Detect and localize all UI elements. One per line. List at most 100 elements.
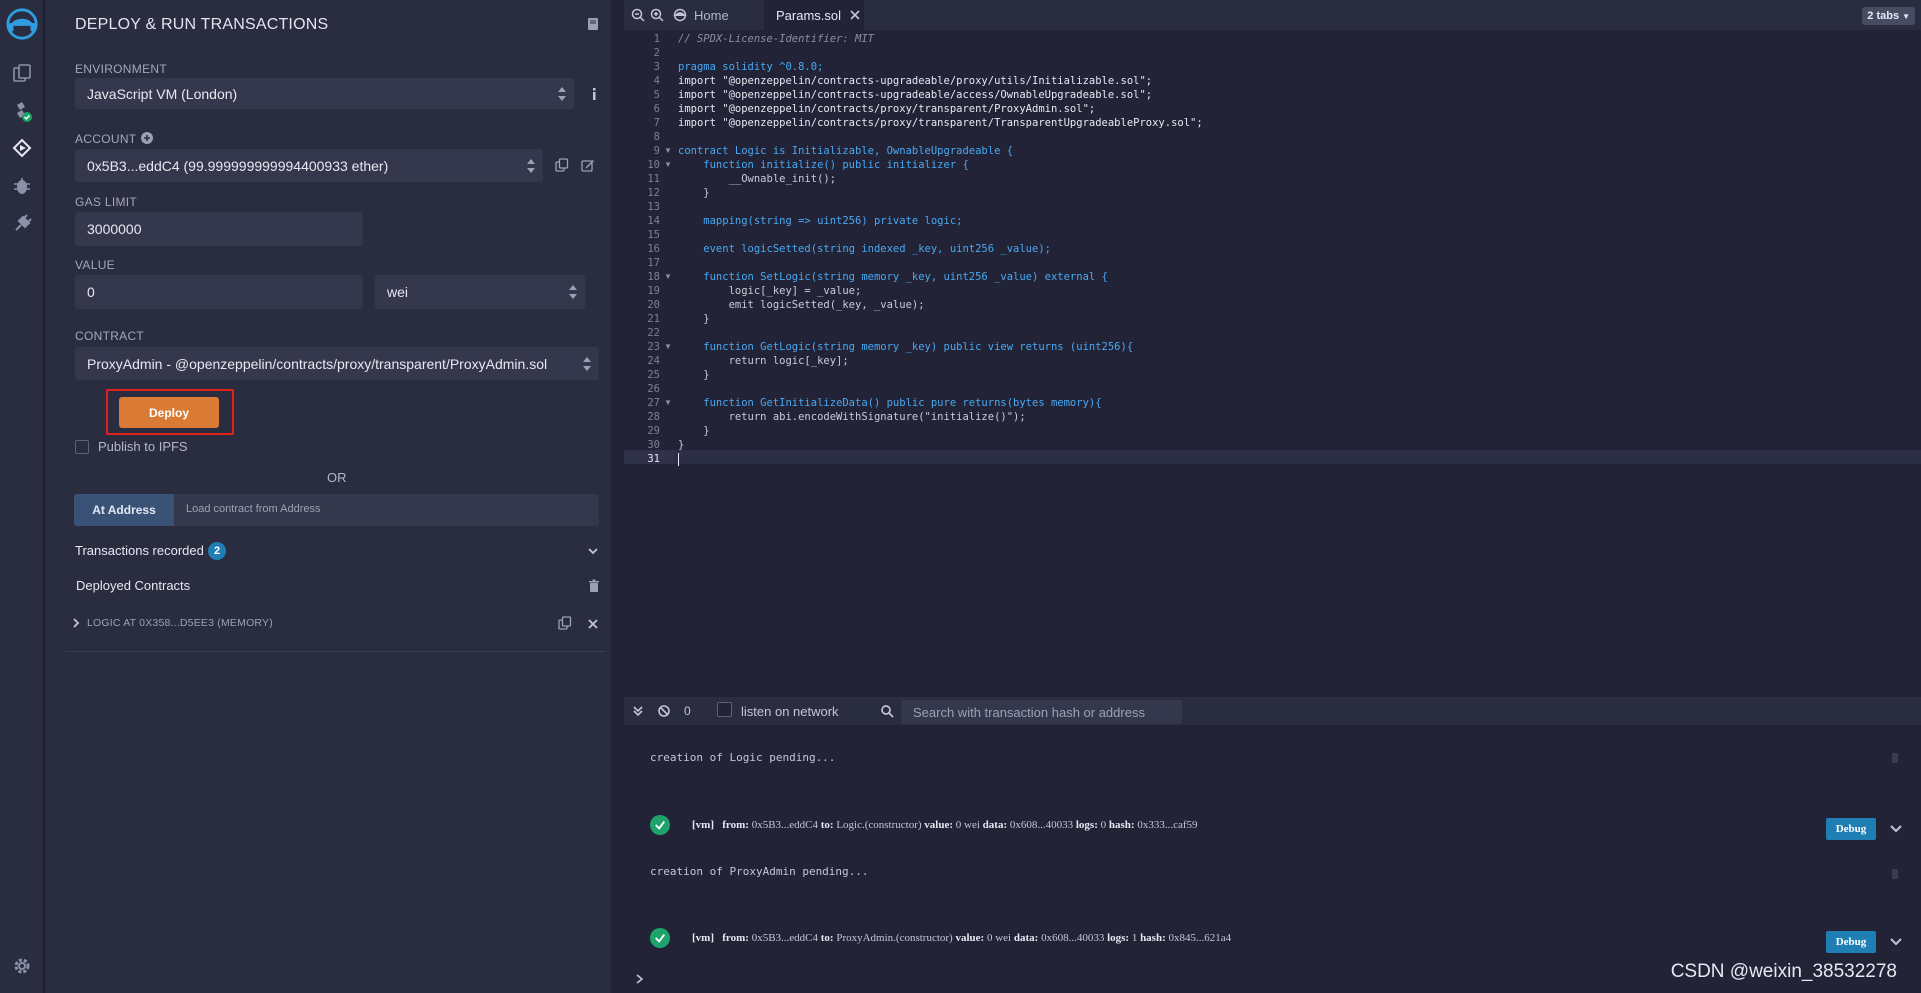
search-icon — [879, 703, 895, 719]
tab-params-sol[interactable]: Params.sol — [764, 0, 864, 30]
load-contract-address-input[interactable]: Load contract from Address — [186, 503, 321, 515]
clear-console-ban-icon[interactable] — [656, 703, 672, 719]
deploy-run-icon[interactable] — [6, 132, 38, 164]
account-label: ACCOUNT — [75, 132, 137, 146]
line-number: 24 — [647, 355, 660, 367]
tx-hash-label: hash: — [1140, 932, 1166, 944]
code-line: logic[_key] = _value; — [678, 285, 862, 297]
transactions-count-badge: 2 — [208, 542, 226, 560]
tx-hash-label: hash: — [1108, 819, 1135, 831]
debug-button[interactable]: Debug — [1826, 931, 1876, 953]
tab-home-label: Home — [694, 7, 729, 23]
publish-ipfs-checkbox[interactable] — [75, 440, 89, 454]
text-cursor — [678, 453, 679, 466]
contract-label: CONTRACT — [75, 329, 145, 343]
tx-from-label: from: — [722, 932, 749, 944]
fold-arrow-icon[interactable]: ▼ — [664, 160, 672, 169]
tx-to-value: ProxyAdmin.(constructor) — [836, 932, 953, 944]
line-number: 17 — [647, 257, 660, 269]
line-number: 23 — [647, 341, 660, 353]
zoom-out-icon[interactable] — [630, 7, 646, 23]
gas-limit-input[interactable]: 3000000 — [75, 212, 363, 246]
select-arrows-icon — [558, 86, 566, 101]
copy-account-icon[interactable] — [554, 157, 570, 173]
select-arrows-icon — [527, 158, 535, 173]
listen-on-network-checkbox[interactable] — [717, 702, 732, 717]
debug-button[interactable]: Debug — [1826, 818, 1876, 840]
close-tab-icon[interactable] — [847, 7, 863, 23]
fold-arrow-icon[interactable]: ▼ — [664, 398, 672, 407]
solidity-compiler-icon[interactable] — [6, 96, 38, 128]
panel-divider — [65, 651, 605, 652]
code-line: } — [678, 369, 710, 381]
line-number: 15 — [647, 229, 660, 241]
chevron-double-down-icon[interactable] — [630, 703, 646, 719]
line-number: 22 — [647, 327, 660, 339]
success-check-icon — [650, 815, 670, 835]
chevron-down-icon[interactable] — [1888, 934, 1904, 950]
environment-select[interactable]: JavaScript VM (London) — [75, 78, 574, 109]
code-line: } — [678, 313, 710, 325]
chevron-right-icon[interactable] — [68, 615, 84, 631]
zoom-in-icon[interactable] — [649, 7, 665, 23]
add-account-icon[interactable] — [139, 130, 155, 146]
fold-arrow-icon[interactable]: ▼ — [664, 272, 672, 281]
tx-value-label: value: — [955, 932, 985, 944]
tx-logs-value: 0 — [1100, 819, 1107, 831]
tab-home[interactable]: Home — [672, 0, 752, 30]
tx-log-logic[interactable]: [vm] from: 0x5B3...eddC4 to: Logic.(cons… — [650, 814, 1198, 836]
line-number: 18 — [647, 271, 660, 283]
line-number: 14 — [647, 215, 660, 227]
tx-vm-tag: [vm] — [692, 819, 714, 831]
line-number: 19 — [647, 285, 660, 297]
copy-address-icon[interactable] — [557, 615, 573, 631]
sign-message-edit-icon[interactable] — [580, 157, 596, 173]
transaction-search-input[interactable]: Search with transaction hash or address — [901, 700, 1182, 724]
close-icon[interactable] — [585, 616, 601, 632]
value-label: VALUE — [75, 258, 115, 272]
trash-icon[interactable] — [586, 578, 602, 594]
code-line: mapping(string => uint256) private logic… — [678, 215, 963, 227]
code-line: import "@openzeppelin/contracts-upgradea… — [678, 75, 1153, 87]
code-line: import "@openzeppelin/contracts/proxy/tr… — [678, 117, 1203, 129]
value-unit-select[interactable]: wei — [375, 275, 585, 309]
code-line: } — [678, 439, 685, 451]
remix-logo-icon[interactable] — [4, 6, 40, 42]
contract-select[interactable]: ProxyAdmin - @openzeppelin/contracts/pro… — [75, 347, 599, 380]
file-explorer-icon[interactable] — [6, 58, 38, 90]
chevron-down-icon[interactable] — [585, 543, 601, 559]
tx-hash-value: 0x333...caf59 — [1137, 819, 1198, 831]
tx-hash-value: 0x845...621a4 — [1168, 932, 1232, 944]
environment-value: JavaScript VM (London) — [87, 85, 238, 102]
at-address-button[interactable]: At Address — [74, 494, 174, 526]
terminal-prompt-chevron-icon[interactable] — [632, 971, 648, 987]
tabs-count-dropdown[interactable]: 2 tabs ▼ — [1862, 7, 1915, 25]
tx-to-label: to: — [820, 932, 834, 944]
tx-logs-label: logs: — [1107, 932, 1130, 944]
fold-arrow-icon[interactable]: ▼ — [664, 146, 672, 155]
deploy-button[interactable]: Deploy — [119, 397, 219, 428]
tx-log-proxyadmin[interactable]: [vm] from: 0x5B3...eddC4 to: ProxyAdmin.… — [650, 927, 1231, 949]
deployed-contract-item[interactable]: LOGIC AT 0X358...D5EE3 (MEMORY) — [87, 617, 273, 629]
transactions-recorded-label: Transactions recorded — [75, 543, 204, 558]
debugger-icon[interactable] — [6, 170, 38, 202]
plugin-manager-icon[interactable] — [6, 208, 38, 240]
chevron-down-icon[interactable] — [1888, 821, 1904, 837]
remix-home-icon — [672, 7, 688, 23]
info-icon[interactable] — [586, 86, 602, 102]
line-number: 7 — [653, 117, 660, 129]
line-number: 13 — [647, 201, 660, 213]
log-scroll-mark — [1892, 753, 1898, 763]
tx-logs-label: logs: — [1075, 819, 1098, 831]
docs-book-icon[interactable] — [585, 16, 601, 32]
tx-data-label: data: — [982, 819, 1008, 831]
fold-arrow-icon[interactable]: ▼ — [664, 342, 672, 351]
value-amount-input[interactable]: 0 — [75, 275, 363, 309]
account-select[interactable]: 0x5B3...eddC4 (99.999999999994400933 eth… — [75, 149, 543, 182]
tx-from-label: from: — [722, 819, 749, 831]
select-arrows-icon — [569, 285, 577, 299]
settings-gear-icon[interactable] — [6, 950, 38, 982]
code-editor[interactable]: 1 2 3 4 5 6 7 8 9 10 11 12 13 14 15 16 1… — [624, 30, 1921, 670]
account-value: 0x5B3...eddC4 (99.999999999994400933 eth… — [87, 157, 389, 174]
csdn-watermark: CSDN @weixin_38532278 — [1670, 961, 1897, 982]
